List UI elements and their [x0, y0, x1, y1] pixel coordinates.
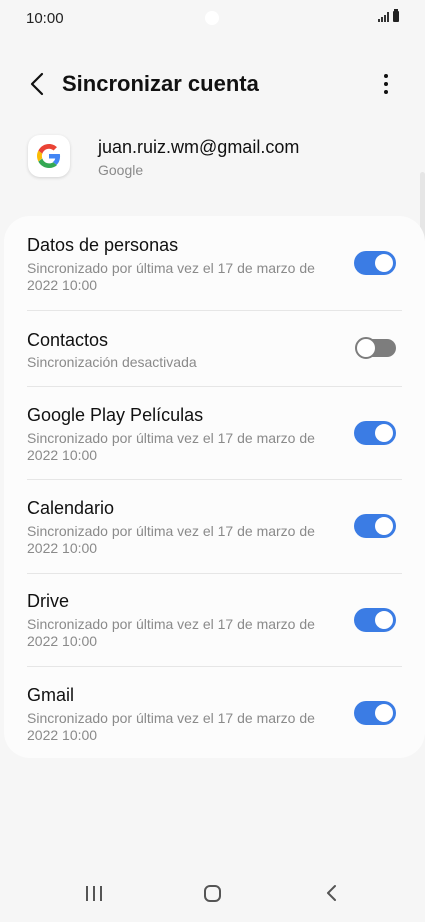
sync-toggle[interactable] [354, 514, 396, 538]
back-nav-icon [327, 885, 336, 901]
sync-item-drive[interactable]: Drive Sincronizado por última vez el 17 … [4, 573, 425, 666]
sync-item-status: Sincronizado por última vez el 17 de mar… [27, 616, 315, 649]
sync-item-title: Contactos [27, 330, 109, 350]
recent-apps-icon [86, 886, 88, 901]
google-icon [28, 135, 70, 177]
sync-list: Datos de personas Sincronizado por últim… [4, 216, 425, 758]
navigation-bar [0, 862, 425, 922]
home-button[interactable] [204, 885, 221, 902]
sync-toggle[interactable] [354, 608, 396, 632]
sync-item-contactos[interactable]: Contactos Sincronización desactivada [4, 310, 425, 386]
page-title: Sincronizar cuenta [62, 71, 259, 96]
back-arrow-icon [30, 72, 44, 96]
camera-cutout [205, 11, 219, 25]
status-bar: 10:00 [0, 0, 425, 38]
sync-item-status: Sincronizado por última vez el 17 de mar… [27, 430, 315, 463]
sync-toggle[interactable] [354, 251, 396, 275]
status-icons [378, 9, 399, 22]
sync-toggle[interactable] [354, 336, 396, 360]
back-button[interactable] [20, 67, 54, 101]
sync-item-gmail[interactable]: Gmail Sincronizado por última vez el 17 … [4, 666, 425, 758]
app-bar: Sincronizar cuenta [0, 58, 425, 110]
sync-item-title: Datos de personas [27, 235, 179, 255]
sync-toggle[interactable] [354, 701, 396, 725]
more-options-button[interactable] [369, 67, 403, 101]
status-time: 10:00 [26, 10, 64, 27]
sync-item-status: Sincronizado por última vez el 17 de mar… [27, 523, 315, 556]
more-options-icon [384, 74, 388, 78]
sync-item-datos-de-personas[interactable]: Datos de personas Sincronizado por últim… [4, 216, 425, 310]
sync-item-title: Drive [27, 591, 70, 611]
battery-icon [393, 9, 399, 22]
sync-item-status: Sincronizado por última vez el 17 de mar… [27, 710, 315, 743]
sync-item-title: Calendario [27, 498, 115, 518]
sync-item-status: Sincronización desactivada [27, 354, 197, 370]
account-email: juan.ruiz.wm@gmail.com [98, 137, 300, 157]
sync-item-status: Sincronizado por última vez el 17 de mar… [27, 260, 315, 293]
sync-toggle[interactable] [354, 421, 396, 445]
account-type: Google [98, 162, 144, 178]
sync-item-title: Gmail [27, 685, 75, 705]
sync-item-calendario[interactable]: Calendario Sincronizado por última vez e… [4, 479, 425, 573]
back-nav-button[interactable] [325, 884, 337, 907]
sync-item-google-play-peliculas[interactable]: Google Play Películas Sincronizado por ú… [4, 386, 425, 479]
sync-item-title: Google Play Películas [27, 405, 204, 425]
signal-icon [378, 12, 389, 22]
account-header: juan.ruiz.wm@gmail.com Google [0, 130, 425, 190]
recent-apps-button[interactable] [86, 886, 102, 901]
